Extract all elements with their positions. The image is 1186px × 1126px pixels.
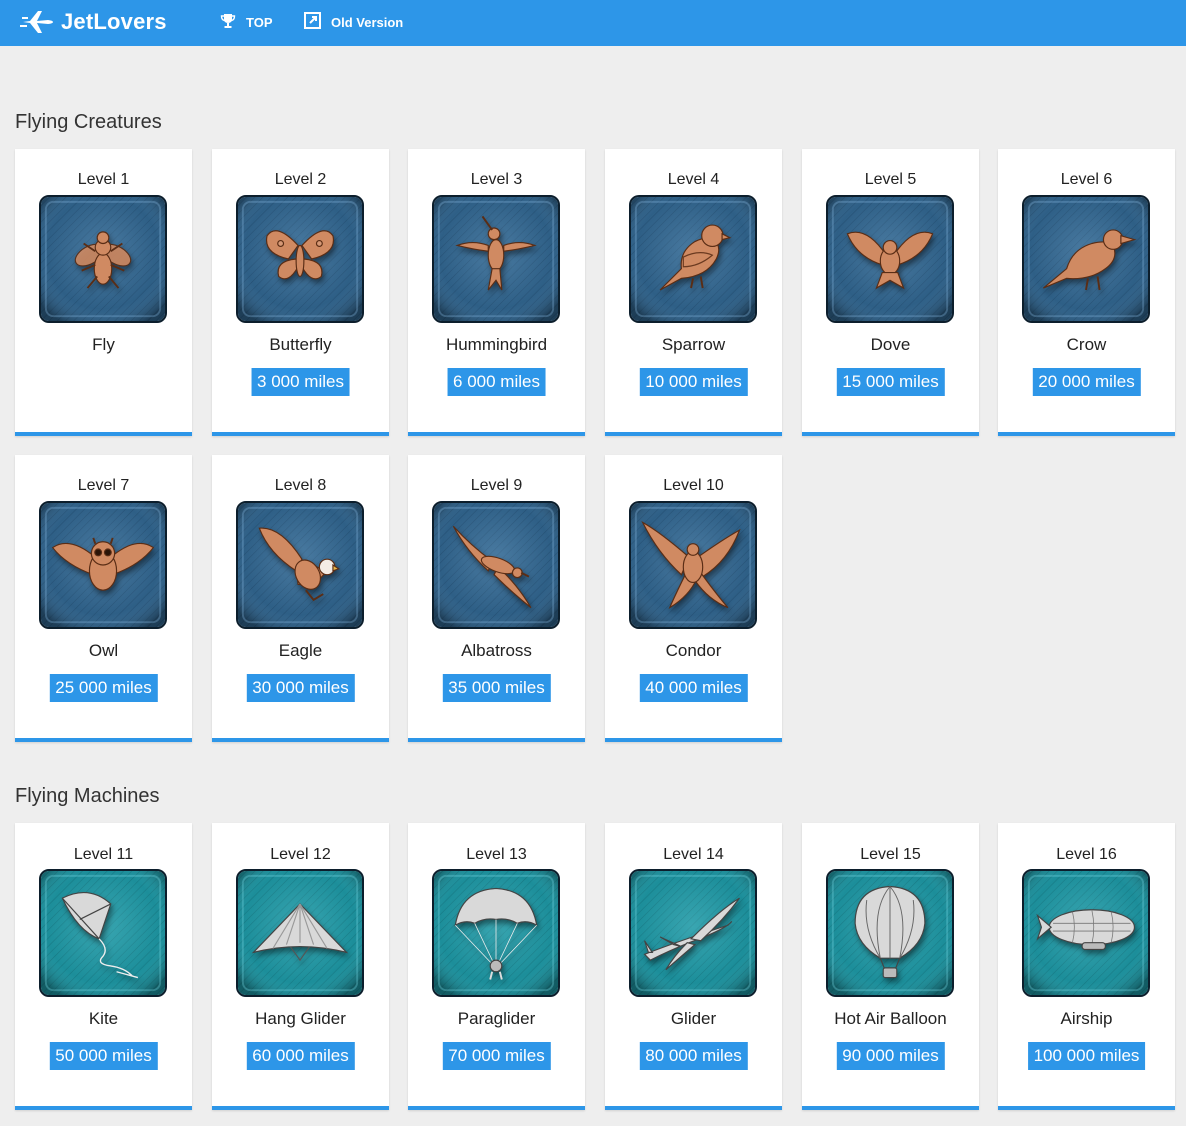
badge-name: Butterfly [269,335,332,354]
level-card-dove[interactable]: Level 5 Dove 15 000 miles [802,149,979,436]
section-title-flying-machines: Flying Machines [15,785,160,807]
nav-old-version-link[interactable]: Old Version [304,11,403,33]
level-label: Level 11 [73,846,134,863]
miles-badge: 60 000 miles [246,1042,355,1070]
level-card-fly[interactable]: Level 1 Fly [15,149,192,436]
level-label: Level 15 [860,846,921,863]
hot-air-balloon-icon [826,869,954,997]
level-card-butterfly[interactable]: Level 2 Butterfly 3 000 miles [212,149,389,436]
badge-name: Condor [665,641,722,660]
level-card-eagle[interactable]: Level 8 Eagle 30 000 miles [212,455,389,742]
miles-badge: 10 000 miles [639,368,748,396]
eagle-icon [236,501,364,629]
level-card-crow[interactable]: Level 6 Crow 20 000 miles [998,149,1175,436]
level-label: Level 13 [466,846,527,863]
glider-icon [629,869,757,997]
external-link-icon [304,12,331,32]
level-label: Level 6 [1060,171,1113,188]
brand-logo-link[interactable]: JetLovers [20,6,167,38]
airship-icon [1022,869,1150,997]
crow-icon [1022,195,1150,323]
miles-badge: 90 000 miles [836,1042,945,1070]
miles-badge: 80 000 miles [639,1042,748,1070]
brand-name: JetLovers [61,9,167,34]
level-label: Level 9 [470,477,523,494]
level-card-condor[interactable]: Level 10 Condor 40 000 miles [605,455,782,742]
level-card-owl[interactable]: Level 7 Owl 25 000 miles [15,455,192,742]
hang-glider-icon [236,869,364,997]
level-label: Level 4 [667,171,720,188]
badge-name: Airship [1060,1009,1113,1028]
level-card-sparrow[interactable]: Level 4 Sparrow 10 000 miles [605,149,782,436]
badge-name: Hot Air Balloon [834,1009,947,1028]
level-label: Level 12 [270,846,331,863]
badge-name: Glider [670,1009,717,1028]
level-card-hummingbird[interactable]: Level 3 Hummingbird 6 000 miles [408,149,585,436]
miles-badge: 70 000 miles [442,1042,551,1070]
miles-badge: 35 000 miles [442,674,551,702]
badge-name: Owl [88,641,119,660]
badge-name: Albatross [461,641,532,660]
level-label: Level 14 [663,846,724,863]
top-navigation-bar: JetLovers TOP Old Version [0,0,1186,46]
airplane-logo-icon [20,7,54,37]
badge-name: Sparrow [661,335,726,354]
level-label: Level 10 [663,477,724,494]
level-card-paraglider[interactable]: Level 13 Paraglider 70 000 miles [408,823,585,1110]
dove-icon [826,195,954,323]
level-card-airship[interactable]: Level 16 Airship 100 000 miles [998,823,1175,1110]
miles-badge: 30 000 miles [246,674,355,702]
badge-name: Dove [870,335,911,354]
sparrow-icon [629,195,757,323]
badge-name: Hummingbird [445,335,548,354]
badge-name: Fly [92,335,115,354]
badge-name: Paraglider [457,1009,536,1028]
paraglider-icon [432,869,560,997]
condor-icon [629,501,757,629]
kite-icon [39,869,167,997]
trophy-icon [220,13,246,32]
level-card-albatross[interactable]: Level 9 Albatross 35 000 miles [408,455,585,742]
miles-badge: 100 000 miles [1027,1042,1146,1070]
section-title-flying-creatures: Flying Creatures [15,111,162,133]
albatross-icon [432,501,560,629]
butterfly-icon [236,195,364,323]
fly-icon [39,195,167,323]
level-label: Level 1 [77,171,130,188]
level-label: Level 2 [274,171,327,188]
miles-badge: 40 000 miles [639,674,748,702]
hummingbird-icon [432,195,560,323]
level-label: Level 16 [1056,846,1117,863]
level-card-hang-glider[interactable]: Level 12 Hang Glider 60 000 miles [212,823,389,1110]
miles-badge: 25 000 miles [49,674,158,702]
badge-name: Eagle [278,641,323,660]
miles-badge: 50 000 miles [49,1042,158,1070]
badge-name: Kite [88,1009,119,1028]
level-label: Level 7 [77,477,130,494]
miles-badge: 15 000 miles [836,368,945,396]
nav-top-label: TOP [246,14,273,30]
level-label: Level 5 [864,171,917,188]
level-card-hot-air-balloon[interactable]: Level 15 Hot Air Balloon 90 000 miles [802,823,979,1110]
nav-old-version-label: Old Version [331,14,404,30]
level-label: Level 3 [470,171,523,188]
badge-name: Hang Glider [255,1009,346,1028]
nav-top-link[interactable]: TOP [220,11,273,33]
miles-badge: 6 000 miles [447,368,546,396]
miles-badge: 3 000 miles [251,368,350,396]
badge-name: Crow [1066,335,1107,354]
level-card-kite[interactable]: Level 11 Kite 50 000 miles [15,823,192,1110]
level-label: Level 8 [274,477,327,494]
miles-badge: 20 000 miles [1032,368,1141,396]
level-card-glider[interactable]: Level 14 Glider 80 000 miles [605,823,782,1110]
owl-icon [39,501,167,629]
